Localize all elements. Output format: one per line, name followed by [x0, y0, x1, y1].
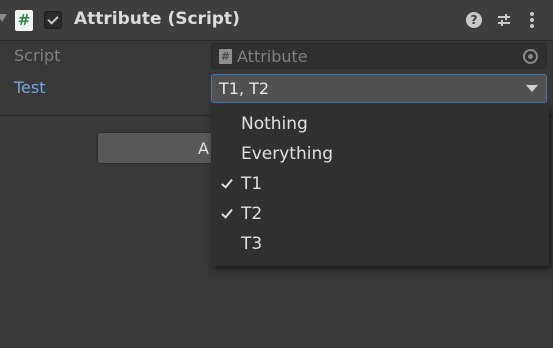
checkmark-icon	[220, 176, 234, 192]
menu-item-t1[interactable]: T1	[211, 170, 549, 200]
test-mask-dropdown[interactable]: T1, T2	[211, 74, 547, 103]
menu-item-label: T1	[241, 174, 263, 194]
script-field-value: Attribute	[237, 47, 308, 66]
dropdown-arrow-icon	[526, 85, 538, 92]
script-object-field[interactable]: # Attribute	[211, 43, 547, 69]
component-header[interactable]: # Attribute (Script) ?	[0, 0, 553, 41]
menu-icon[interactable]	[529, 12, 535, 28]
menu-item-label: Everything	[241, 144, 334, 164]
menu-item-label: T2	[241, 204, 263, 224]
menu-item-everything[interactable]: Everything	[211, 140, 549, 170]
checkmark-icon	[220, 206, 234, 222]
help-icon[interactable]: ?	[466, 12, 482, 28]
menu-item-t2[interactable]: T2	[211, 200, 549, 230]
script-field-label: Script	[14, 46, 61, 65]
menu-item-nothing[interactable]: Nothing	[211, 110, 549, 140]
menu-item-t3[interactable]: T3	[211, 230, 549, 260]
script-file-icon: #	[219, 49, 232, 64]
presets-icon[interactable]	[496, 12, 512, 28]
foldout-arrow-icon[interactable]	[0, 14, 7, 22]
object-picker-icon[interactable]	[523, 49, 538, 64]
menu-item-label: Nothing	[241, 114, 308, 134]
add-component-label: A	[198, 139, 209, 158]
script-icon: #	[15, 10, 33, 31]
test-dropdown-value: T1, T2	[219, 79, 270, 98]
test-field-label: Test	[14, 78, 46, 97]
menu-item-label: T3	[241, 234, 263, 254]
component-enabled-checkbox[interactable]	[44, 11, 62, 29]
component-title: Attribute (Script)	[74, 9, 240, 29]
mask-dropdown-menu: Nothing Everything T1 T2 T3	[211, 104, 549, 266]
